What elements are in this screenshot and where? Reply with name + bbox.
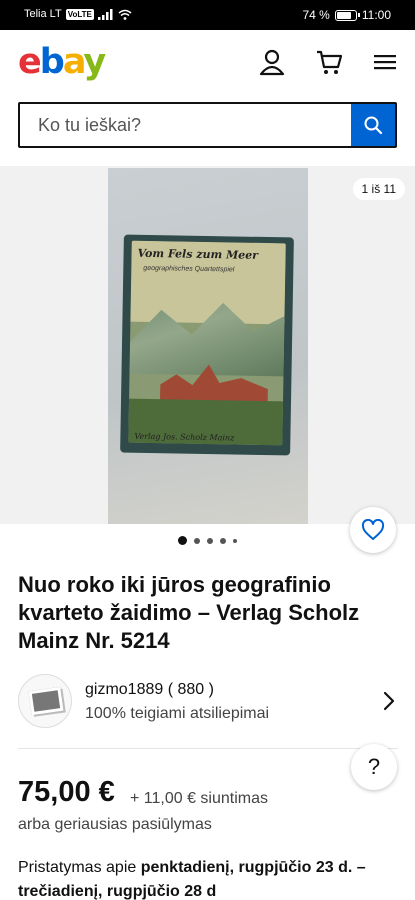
- product-photo[interactable]: Vom Fels zum Meer geographisches Quartet…: [108, 168, 308, 524]
- image-counter: 1 iš 11: [352, 178, 405, 200]
- chevron-right-icon: [383, 691, 395, 711]
- help-icon: ?: [367, 754, 381, 779]
- watch-button[interactable]: [350, 507, 396, 553]
- cart-icon[interactable]: [315, 48, 343, 76]
- search-icon: [364, 116, 383, 135]
- shipping-cost: + 11,00 € siuntimas: [130, 790, 269, 807]
- seller-avatar: [18, 674, 72, 728]
- wifi-icon: [118, 9, 132, 20]
- help-button[interactable]: ?: [351, 744, 397, 790]
- pagination-dot[interactable]: [220, 537, 226, 544]
- game-box: Vom Fels zum Meer geographisches Quartet…: [120, 234, 294, 456]
- delivery-estimate: Pristatymas apie penktadienį, rugpjūčio …: [18, 856, 403, 900]
- divider: [18, 748, 398, 749]
- volte-badge: VoLTE: [65, 8, 94, 20]
- battery-percent: 74 %: [302, 8, 330, 22]
- gallery-pagination: [0, 536, 415, 545]
- best-offer-label: arba geriausias pasiūlymas: [18, 816, 212, 833]
- app-header: ebay: [0, 30, 415, 92]
- item-price: 75,00 €: [18, 776, 115, 808]
- signal-icon: [97, 8, 113, 20]
- pagination-dot[interactable]: [194, 537, 200, 544]
- pagination-dot[interactable]: [207, 537, 213, 544]
- search-input[interactable]: [20, 104, 351, 146]
- clock: 11:00: [361, 8, 391, 22]
- search-button[interactable]: [351, 104, 395, 146]
- pagination-dot[interactable]: [178, 536, 187, 545]
- seller-feedback: 100% teigiami atsiliepimai: [85, 705, 270, 722]
- seller-name: gizmo1889 ( 880 ): [85, 681, 214, 698]
- item-title: Nuo roko iki jūros geografinio kvarteto …: [18, 572, 360, 653]
- user-icon[interactable]: [258, 48, 286, 76]
- menu-icon[interactable]: [372, 48, 400, 76]
- battery-icon: [334, 9, 360, 21]
- image-gallery[interactable]: Vom Fels zum Meer geographisches Quartet…: [0, 166, 415, 524]
- box-title: Vom Fels zum Meer: [137, 246, 259, 262]
- carrier-name: Telia LT: [24, 8, 62, 20]
- seller-card[interactable]: gizmo1889 ( 880 ) 100% teigiami atsiliep…: [18, 672, 398, 732]
- status-bar: Telia LT VoLTE 74 % 11:00: [0, 0, 415, 30]
- search-bar: [18, 102, 397, 148]
- delivery-prefix: Pristatymas apie: [18, 859, 141, 876]
- pagination-dot[interactable]: [233, 538, 237, 543]
- ebay-logo[interactable]: ebay: [18, 42, 106, 82]
